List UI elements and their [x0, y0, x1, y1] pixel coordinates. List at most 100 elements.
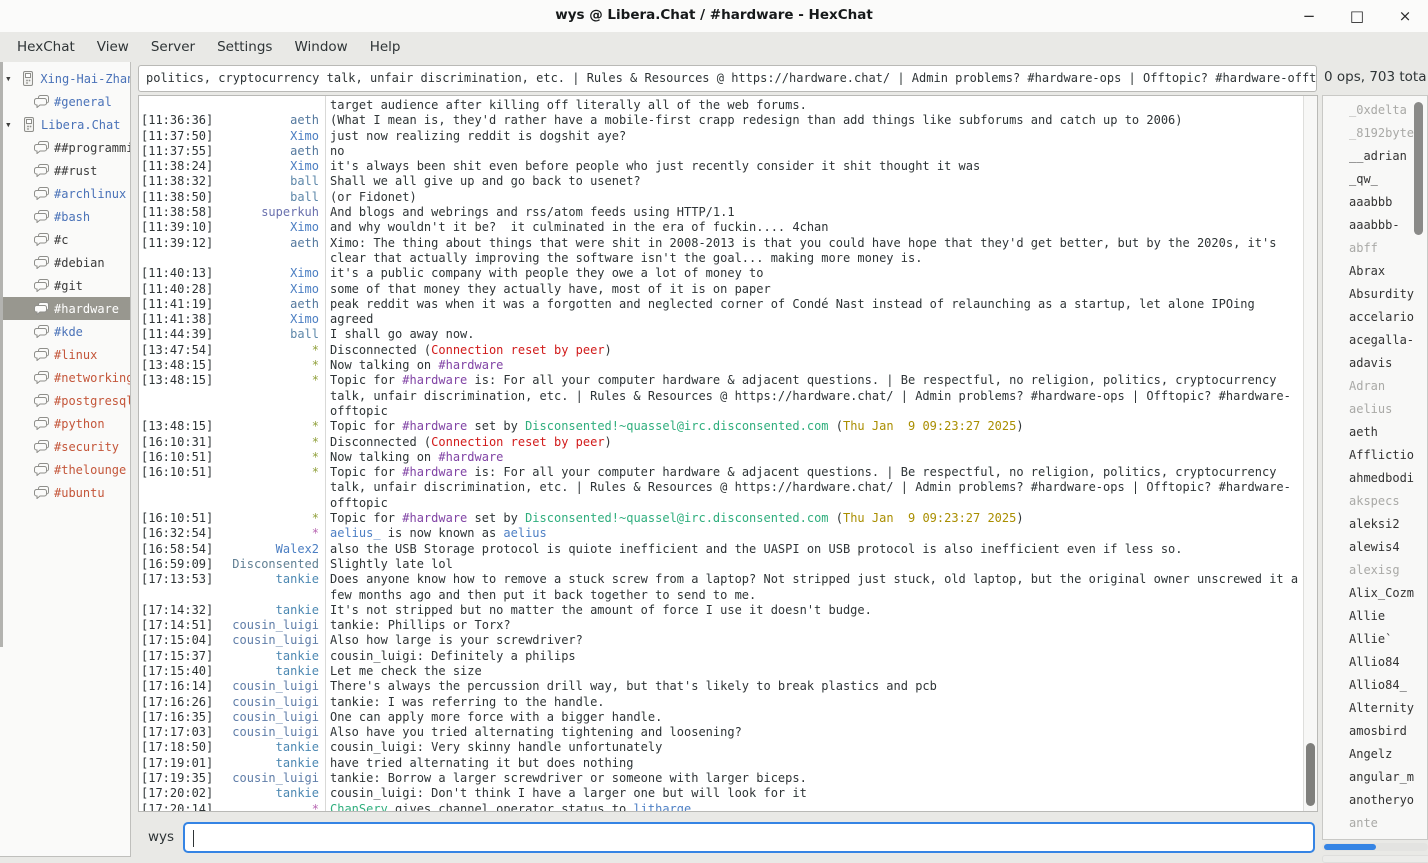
expander-icon[interactable]: ▾ [5, 118, 19, 131]
channel-tree-scrollbar[interactable] [0, 62, 3, 647]
user-__adrian[interactable]: __adrian [1323, 145, 1427, 168]
sidebar-item-postgresql[interactable]: #postgresql [0, 389, 130, 412]
chat-line: [17:15:04]cousin_luigiAlso how large is … [139, 633, 1303, 648]
chat-line: [16:10:31]*Disconnected (Connection rese… [139, 435, 1303, 450]
sidebar-item-security[interactable]: #security [0, 435, 130, 458]
user-acegalla-[interactable]: acegalla- [1323, 329, 1427, 352]
user-aaabbb[interactable]: aaabbb [1323, 191, 1427, 214]
nick: aeth [221, 144, 324, 159]
timestamp: [16:10:51] [139, 450, 221, 465]
sidebar-item-debian[interactable]: #debian [0, 251, 130, 274]
user-Absurdity[interactable]: Absurdity [1323, 283, 1427, 306]
user-Alix_Cozm[interactable]: Alix_Cozm [1323, 582, 1427, 605]
chat-line: [16:10:51]*Topic for #hardware set by Di… [139, 511, 1303, 526]
user-Alternity[interactable]: Alternity [1323, 697, 1427, 720]
userlist-hscrollbar[interactable] [1322, 843, 1428, 851]
user-ante[interactable]: ante [1323, 812, 1427, 835]
nick: * [221, 343, 324, 358]
timestamp: [17:14:32] [139, 603, 221, 618]
sidebar-item-bash[interactable]: #bash [0, 205, 130, 228]
user-Allie[interactable]: Allie [1323, 605, 1427, 628]
expander-icon[interactable]: ▾ [5, 72, 18, 85]
user-Afflictio[interactable]: Afflictio [1323, 444, 1427, 467]
sidebar-item-archlinux[interactable]: #archlinux [0, 182, 130, 205]
sidebar-item-ubuntu[interactable]: #ubuntu [0, 481, 130, 504]
user-aleksi2[interactable]: aleksi2 [1323, 513, 1427, 536]
user-_8192byte[interactable]: _8192byte [1323, 122, 1427, 145]
user-Angelz[interactable]: Angelz [1323, 743, 1427, 766]
nick: cousin_luigi [221, 679, 324, 694]
user-Allio84_[interactable]: Allio84_ [1323, 674, 1427, 697]
sidebar-item-Xing-Hai-Zhan[interactable]: ▾Xing-Hai-Zhan [0, 67, 130, 90]
user-adavis[interactable]: adavis [1323, 352, 1427, 375]
nick: aeth [221, 113, 324, 128]
maximize-button[interactable]: □ [1348, 7, 1366, 25]
sidebar-item-Libera.Chat[interactable]: ▾Libera.Chat [0, 113, 130, 136]
menu-help[interactable]: Help [359, 34, 412, 60]
timestamp: [17:16:35] [139, 710, 221, 725]
userlist-scrollbar-thumb[interactable] [1414, 102, 1423, 235]
user-alexisg[interactable]: alexisg [1323, 559, 1427, 582]
tree-item-label: #git [54, 279, 83, 293]
user-aelius[interactable]: aelius [1323, 398, 1427, 421]
menu-settings[interactable]: Settings [206, 34, 283, 60]
sidebar-item-kde[interactable]: #kde [0, 320, 130, 343]
user-abff[interactable]: abff [1323, 237, 1427, 260]
user-alewis4[interactable]: alewis4 [1323, 536, 1427, 559]
user-akspecs[interactable]: akspecs [1323, 490, 1427, 513]
message-text: Slightly late lol [324, 557, 1303, 572]
message-text: Now talking on #hardware [324, 358, 1303, 373]
chat-line: [17:19:35]cousin_luigitankie: Borrow a l… [139, 771, 1303, 786]
sidebar-item-general[interactable]: #general [0, 90, 130, 113]
user-_qw_[interactable]: _qw_ [1323, 168, 1427, 191]
message-input[interactable] [191, 826, 1311, 849]
timestamp: [11:44:39] [139, 327, 221, 342]
user-Abrax[interactable]: Abrax [1323, 260, 1427, 283]
menu-view[interactable]: View [86, 34, 140, 60]
userlist-scrollbar[interactable] [1414, 99, 1424, 835]
message-text: Topic for #hardware is: For all your com… [324, 373, 1303, 419]
chat-line: [17:15:37]tankiecousin_luigi: Definitely… [139, 649, 1303, 664]
user-anotheryo[interactable]: anotheryo [1323, 789, 1427, 812]
message-text: target audience after killing off litera… [324, 98, 1303, 113]
topic-input[interactable]: politics, cryptocurrency talk, unfair di… [138, 65, 1317, 92]
sidebar-item-python[interactable]: #python [0, 412, 130, 435]
sidebar-item-hardware[interactable]: #hardware [0, 297, 130, 320]
timestamp: [11:39:10] [139, 220, 221, 235]
nick: * [221, 358, 324, 373]
chat-scrollbar[interactable] [1303, 96, 1317, 811]
message-text: cousin_luigi: Don't think I have a large… [324, 786, 1303, 801]
menu-window[interactable]: Window [283, 34, 358, 60]
timestamp: [11:38:58] [139, 205, 221, 220]
user-Allie`[interactable]: Allie` [1323, 628, 1427, 651]
sidebar-item-linux[interactable]: #linux [0, 343, 130, 366]
menu-server[interactable]: Server [140, 34, 206, 60]
user-_0xdelta[interactable]: _0xdelta [1323, 99, 1427, 122]
sidebar-item-c[interactable]: #c [0, 228, 130, 251]
userlist-hscrollbar-thumb[interactable] [1324, 844, 1376, 850]
nick: Ximo [221, 266, 324, 281]
user-amosbird[interactable]: amosbird [1323, 720, 1427, 743]
user-Allio84[interactable]: Allio84 [1323, 651, 1427, 674]
sidebar-item-thelounge[interactable]: #thelounge [0, 458, 130, 481]
timestamp: [17:19:01] [139, 756, 221, 771]
user-aeth[interactable]: aeth [1323, 421, 1427, 444]
user-Adran[interactable]: Adran [1323, 375, 1427, 398]
channel-icon [34, 141, 49, 154]
sidebar-item-rust[interactable]: ##rust [0, 159, 130, 182]
minimize-button[interactable]: − [1300, 7, 1318, 25]
message-text: cousin_luigi: Definitely a philips [324, 649, 1303, 664]
user-accelario[interactable]: accelario [1323, 306, 1427, 329]
nick: tankie [221, 649, 324, 664]
close-button[interactable]: × [1396, 7, 1414, 25]
chat-scrollbar-thumb[interactable] [1306, 743, 1315, 806]
user-ahmedbodi[interactable]: ahmedbodi [1323, 467, 1427, 490]
sidebar-item-git[interactable]: #git [0, 274, 130, 297]
sidebar-item-programming[interactable]: ##programming [0, 136, 130, 159]
menu-hexchat[interactable]: HexChat [6, 34, 86, 60]
user-aaabbb-[interactable]: aaabbb- [1323, 214, 1427, 237]
channel-icon [34, 256, 49, 269]
user-angular_m[interactable]: angular_m [1323, 766, 1427, 789]
tree-item-label: ##programming [54, 141, 130, 155]
sidebar-item-networking[interactable]: #networking [0, 366, 130, 389]
